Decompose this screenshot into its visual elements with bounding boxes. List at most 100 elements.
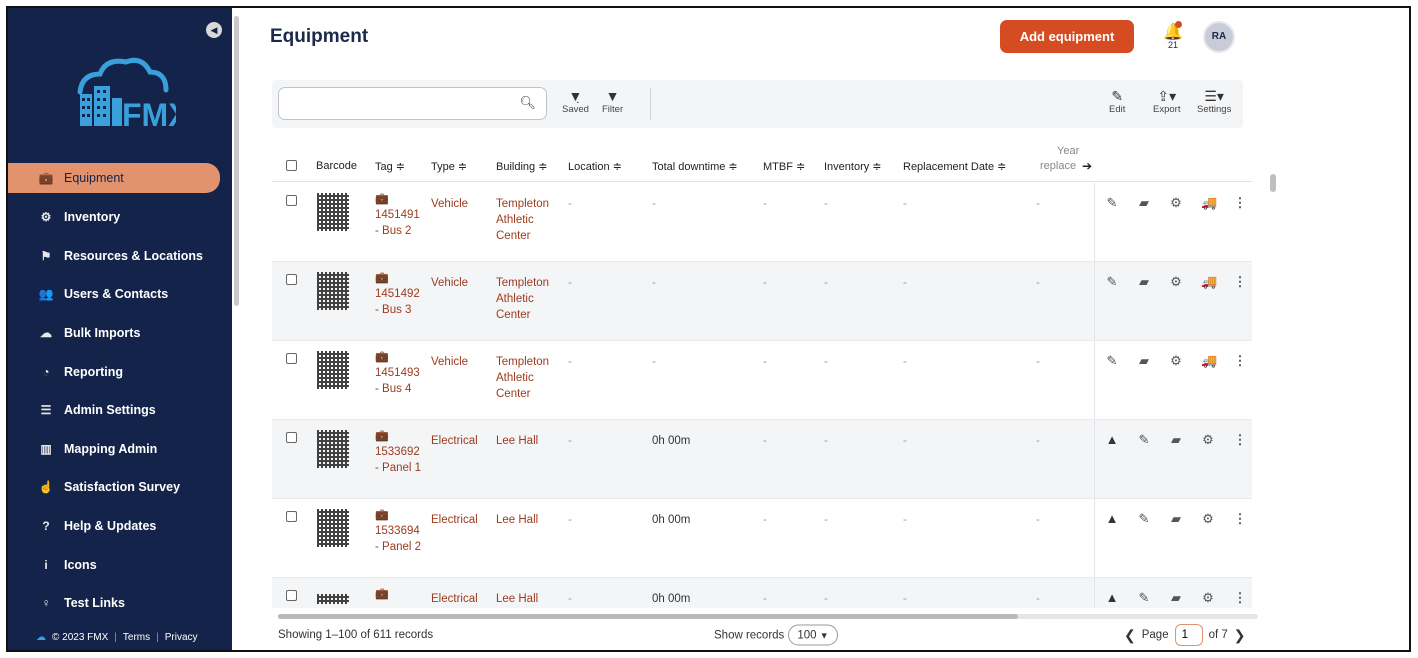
- show-records-select[interactable]: 100 ▼: [788, 624, 838, 646]
- row-checkbox[interactable]: [286, 511, 297, 522]
- more-options-icon[interactable]: ⋮: [1233, 274, 1247, 290]
- collapse-sidebar-button[interactable]: ◀: [206, 22, 222, 38]
- next-page-icon[interactable]: ❯: [1234, 627, 1246, 644]
- column-header-replace: replace: [1040, 160, 1077, 172]
- saved-filters-button[interactable]: ▼̣ Saved: [562, 88, 589, 115]
- briefcase-icon: 💼: [375, 193, 389, 205]
- add-equipment-button[interactable]: Add equipment: [1000, 20, 1134, 53]
- type-link[interactable]: Electrical: [431, 433, 478, 449]
- cogs-icon[interactable]: ⚙: [1201, 590, 1215, 606]
- edit-icon[interactable]: ✎: [1105, 274, 1119, 290]
- sidebar-item-admin-settings[interactable]: ☰ Admin Settings: [8, 391, 232, 430]
- truck-icon[interactable]: 🚚: [1201, 195, 1217, 211]
- log-book-icon[interactable]: ▰: [1137, 195, 1151, 211]
- tag-link[interactable]: 💼: [375, 586, 389, 602]
- row-checkbox[interactable]: [286, 274, 297, 285]
- building-link[interactable]: Lee Hall: [496, 433, 538, 449]
- more-options-icon[interactable]: ⋮: [1233, 590, 1247, 606]
- settings-button[interactable]: ☰▾ Settings: [1197, 88, 1231, 115]
- sidebar-item-mapping-admin[interactable]: ▥ Mapping Admin: [8, 430, 232, 469]
- search-input[interactable]: [285, 88, 515, 118]
- scrollbar-thumb[interactable]: [278, 614, 1018, 619]
- log-book-icon[interactable]: ▰: [1137, 274, 1151, 290]
- sidebar-item-icons[interactable]: i Icons: [8, 545, 232, 584]
- more-options-icon[interactable]: ⋮: [1233, 432, 1247, 448]
- cogs-icon[interactable]: ⚙: [1169, 195, 1183, 211]
- log-book-icon[interactable]: ▰: [1169, 511, 1183, 527]
- truck-icon[interactable]: 🚚: [1201, 353, 1217, 369]
- truck-icon[interactable]: 🚚: [1201, 274, 1217, 290]
- cogs-icon[interactable]: ⚙: [1169, 353, 1183, 369]
- sidebar-item-test-links[interactable]: ♀ Test Links: [8, 584, 232, 623]
- edit-button[interactable]: ✎ Edit: [1109, 88, 1125, 115]
- search-icon[interactable]: 🔍︎: [519, 95, 536, 111]
- scroll-columns-right-icon[interactable]: ➔: [1082, 159, 1092, 173]
- table-horizontal-scrollbar[interactable]: [278, 614, 1258, 619]
- column-header-type[interactable]: Type ≑: [431, 160, 467, 173]
- edit-icon[interactable]: ✎: [1137, 432, 1151, 448]
- sidebar-item-inventory[interactable]: ⚙ Inventory: [8, 198, 232, 237]
- type-link[interactable]: Vehicle: [431, 354, 468, 370]
- edit-icon[interactable]: ✎: [1137, 511, 1151, 527]
- building-link[interactable]: Lee Hall: [496, 512, 538, 528]
- row-checkbox[interactable]: [286, 353, 297, 364]
- edit-icon[interactable]: ✎: [1105, 195, 1119, 211]
- cogs-icon[interactable]: ⚙: [1201, 511, 1215, 527]
- column-header-inventory[interactable]: Inventory ≑: [824, 160, 882, 173]
- type-link[interactable]: Vehicle: [431, 196, 468, 212]
- sidebar-scrollbar[interactable]: [234, 16, 239, 306]
- select-all-checkbox[interactable]: [286, 160, 297, 171]
- building-link[interactable]: Lee Hall: [496, 591, 538, 607]
- more-options-icon[interactable]: ⋮: [1233, 353, 1247, 369]
- sidebar-item-resources-locations[interactable]: ⚑ Resources & Locations: [8, 237, 232, 276]
- column-header-tag[interactable]: Tag ≑: [375, 160, 405, 173]
- warning-icon[interactable]: ▲: [1105, 511, 1119, 527]
- building-link[interactable]: Templeton Athletic Center: [496, 354, 549, 402]
- more-options-icon[interactable]: ⋮: [1233, 195, 1247, 211]
- log-book-icon[interactable]: ▰: [1169, 432, 1183, 448]
- previous-page-icon[interactable]: ❮: [1124, 627, 1136, 644]
- lightbulb-icon: ♀: [41, 596, 51, 611]
- building-link[interactable]: Templeton Athletic Center: [496, 196, 549, 244]
- sidebar-item-satisfaction-survey[interactable]: ☝ Satisfaction Survey: [8, 468, 232, 507]
- column-header-total-downtime[interactable]: Total downtime ≑: [652, 160, 738, 173]
- type-link[interactable]: Vehicle: [431, 275, 468, 291]
- column-header-mtbf[interactable]: MTBF ≑: [763, 160, 805, 173]
- warning-icon[interactable]: ▲: [1105, 590, 1119, 606]
- cogs-icon[interactable]: ⚙: [1201, 432, 1215, 448]
- edit-icon[interactable]: ✎: [1105, 353, 1119, 369]
- table-vertical-scrollbar[interactable]: [1270, 174, 1276, 192]
- sidebar-item-equipment[interactable]: 💼 Equipment: [8, 163, 220, 193]
- sidebar-item-reporting[interactable]: ◔ Reporting: [8, 352, 232, 391]
- filter-button[interactable]: ▼ Filter: [602, 88, 623, 115]
- sidebar-item-users-contacts[interactable]: 👥 Users & Contacts: [8, 275, 232, 314]
- type-link[interactable]: Electrical: [431, 512, 478, 528]
- edit-icon[interactable]: ✎: [1137, 590, 1151, 606]
- building-link[interactable]: Templeton Athletic Center: [496, 275, 549, 323]
- sidebar-item-bulk-imports[interactable]: ☁ Bulk Imports: [8, 314, 232, 353]
- tag-link[interactable]: 💼 1451493- Bus 4: [375, 349, 420, 397]
- cogs-icon[interactable]: ⚙: [1169, 274, 1183, 290]
- log-book-icon[interactable]: ▰: [1137, 353, 1151, 369]
- tag-link[interactable]: 💼 1451491- Bus 2: [375, 191, 420, 239]
- row-checkbox[interactable]: [286, 432, 297, 443]
- log-book-icon[interactable]: ▰: [1169, 590, 1183, 606]
- more-options-icon[interactable]: ⋮: [1233, 511, 1247, 527]
- tag-link[interactable]: 💼 1533694- Panel 2: [375, 507, 421, 555]
- row-checkbox[interactable]: [286, 195, 297, 206]
- terms-link[interactable]: Terms: [123, 632, 150, 643]
- tag-link[interactable]: 💼 1451492- Bus 3: [375, 270, 420, 318]
- notifications-button[interactable]: 🔔 21: [1162, 21, 1184, 56]
- page-number-input[interactable]: [1174, 624, 1203, 646]
- column-header-location[interactable]: Location ≑: [568, 160, 622, 173]
- avatar[interactable]: RA: [1203, 21, 1235, 53]
- warning-icon[interactable]: ▲: [1105, 432, 1119, 448]
- tag-link[interactable]: 💼 1533692- Panel 1: [375, 428, 421, 476]
- export-button[interactable]: ⇪▾ Export: [1153, 88, 1180, 115]
- column-header-replacement-date[interactable]: Replacement Date ≑: [903, 160, 1006, 173]
- type-link[interactable]: Electrical: [431, 591, 478, 607]
- sidebar-item-help-updates[interactable]: ? Help & Updates: [8, 507, 232, 546]
- row-checkbox[interactable]: [286, 590, 297, 601]
- column-header-building[interactable]: Building ≑: [496, 160, 547, 173]
- privacy-link[interactable]: Privacy: [165, 632, 198, 643]
